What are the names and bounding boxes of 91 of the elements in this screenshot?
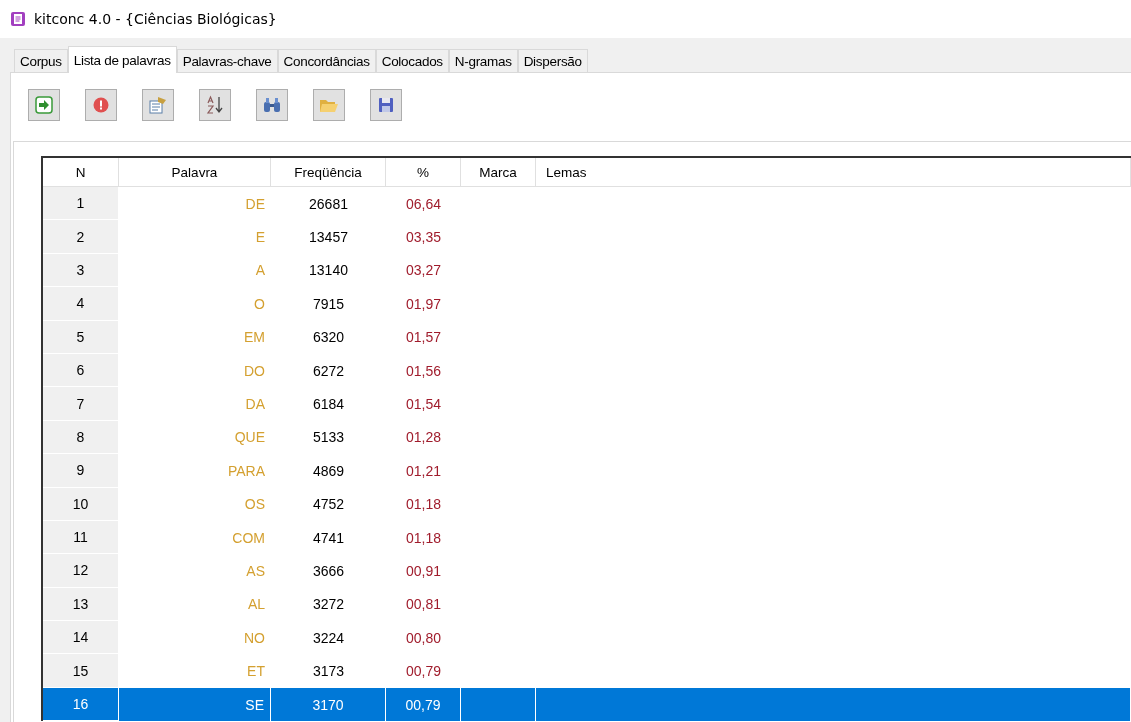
sort-icon [206,95,224,115]
percent-cell: 00,79 [386,687,461,722]
row-number: 9 [43,454,119,488]
word-cell-text: DO [243,361,266,381]
word-cell-text: O [253,294,266,314]
percent-cell-text: 01,56 [404,361,442,381]
percent-cell-text: 01,18 [404,495,442,515]
word-cell: SE [119,687,271,722]
percent-cell-text: 00,81 [404,595,442,615]
frequency-cell-text: 6272 [311,361,346,381]
frequency-cell-text: 3666 [311,562,346,581]
word-cell-text: A [254,261,266,281]
word-cell-text: DE [244,194,266,214]
word-cell-text: NO [243,628,266,648]
percent-cell-text: 03,35 [404,228,442,248]
percent-cell-text: 01,97 [404,294,442,314]
row-number: 3 [43,253,119,288]
frequency-cell-text: 3272 [311,595,346,615]
row-number: 7 [43,387,119,421]
row-number: 12 [43,554,119,588]
row-number: 16 [43,687,119,722]
word-cell-text: OS [243,495,266,515]
column-header[interactable]: Palavra [119,158,271,186]
percent-cell-text: 01,54 [404,395,442,415]
column-header[interactable]: N [43,158,119,186]
row-number: 5 [43,320,119,354]
frequency-cell-text: 13140 [308,261,349,281]
word-cell-text: E [254,228,266,248]
row-number: 2 [43,220,119,254]
frequency-cell-text: 6320 [311,328,346,348]
row-number: 11 [43,520,119,555]
find-button[interactable] [256,89,288,121]
column-header[interactable]: % [386,158,461,186]
row-number: 14 [43,621,119,655]
frequency-cell-text: 5133 [311,428,346,448]
row-number: 13 [43,587,119,622]
tab[interactable]: Palavras-chave [176,49,278,72]
tab[interactable]: Colocados [375,49,449,72]
frequency-cell-text: 4752 [311,495,346,515]
settings-button[interactable] [142,89,174,121]
percent-cell-text: 03,27 [404,261,442,281]
frequency-cell-text: 3173 [311,662,346,682]
percent-cell-text: 00,80 [404,628,442,648]
tab[interactable]: N-gramas [448,49,518,72]
percent-cell-text: 01,57 [404,328,442,348]
binoculars-icon [263,97,281,113]
frequency-cell-text: 4869 [311,461,346,481]
frequency-cell: 3170 [271,687,386,722]
sort-button[interactable] [199,89,231,121]
tab[interactable]: Corpus [14,49,68,72]
tab[interactable]: Lista de palavras [67,46,177,73]
column-header[interactable]: Lemas [536,158,1131,186]
row-number: 6 [43,353,119,388]
frequency-cell-text: 7915 [311,294,346,314]
row-number: 4 [43,287,119,321]
app-icon [10,11,26,27]
word-cell-text: COM [231,528,266,548]
properties-icon [149,96,167,114]
frequency-cell-text: 6184 [311,395,346,415]
word-cell-text: EM [243,328,266,348]
arrow-right-icon [35,96,53,114]
percent-cell-text: 00,91 [404,562,442,581]
frequency-cell-text: 3224 [311,628,346,648]
save-button[interactable] [370,89,402,121]
row-number: 15 [43,654,119,688]
word-cell-text: ET [246,662,266,682]
word-cell-text: QUE [233,428,266,448]
folder-icon [319,97,339,113]
row-number: 10 [43,487,119,521]
stop-button[interactable] [85,89,117,121]
percent-cell-text: 01,21 [404,461,442,481]
row-number: 1 [43,187,119,221]
tab[interactable]: Dispersão [517,49,588,72]
frequency-cell-text: 13457 [308,228,349,248]
row-number: 8 [43,420,119,455]
percent-cell-text: 01,18 [404,528,442,548]
run-button[interactable] [28,89,60,121]
word-cell-text: PARA [226,461,266,481]
column-header[interactable]: Freqüência [271,158,386,186]
column-header[interactable]: Marca [461,158,536,186]
frequency-cell-text: 26681 [308,194,349,214]
tab[interactable]: Concordâncias [277,49,376,72]
frequency-cell-text: 4741 [311,528,346,548]
word-cell-text: AS [245,562,266,581]
alert-icon [93,97,109,113]
percent-cell-text: 06,64 [404,194,442,214]
word-cell-text: AL [246,595,266,615]
percent-cell-text: 01,28 [404,428,442,448]
word-cell-text: DA [244,395,266,415]
window-title: kitconc 4.0 - {Ciências Biológicas} [34,11,277,27]
percent-cell-text: 00,79 [404,662,442,682]
